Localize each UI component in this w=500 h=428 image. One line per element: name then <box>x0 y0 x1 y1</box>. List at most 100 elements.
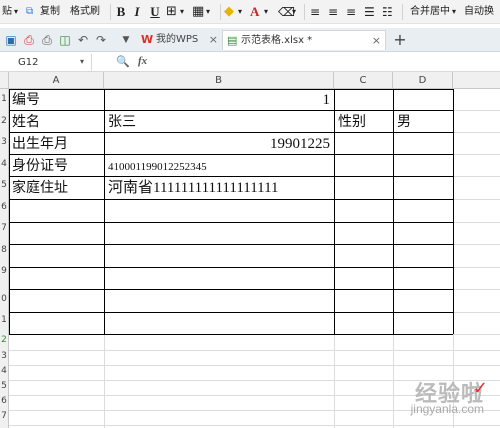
zoom-icon[interactable]: 🔍 <box>116 55 130 68</box>
row-header[interactable]: 4 <box>0 159 8 169</box>
ribbon-divider <box>402 4 403 20</box>
table-border <box>9 244 453 245</box>
cell-d2[interactable]: 男 <box>397 112 411 132</box>
table-border <box>9 222 453 223</box>
grid-fill-icon[interactable]: ▦ <box>192 3 204 21</box>
chevron-down-icon[interactable]: ▾ <box>206 3 210 21</box>
gridline <box>9 365 500 366</box>
formula-bar: G12 ▾ 🔍 fx <box>0 54 500 72</box>
function-icon[interactable]: fx <box>138 55 147 67</box>
row-header[interactable]: 1 <box>0 315 8 325</box>
table-border <box>9 334 453 335</box>
ribbon-divider <box>110 4 111 20</box>
row-header[interactable]: 6 <box>0 202 8 212</box>
row-header[interactable]: 9 <box>0 266 8 276</box>
pdf-export-icon[interactable]: ⎙ <box>22 32 36 48</box>
table-border <box>9 110 453 111</box>
column-header-bar: A B C D <box>0 72 500 89</box>
name-box[interactable]: G12 <box>0 54 92 71</box>
formula-input[interactable] <box>160 54 500 71</box>
cell-c2[interactable]: 性别 <box>338 112 366 132</box>
tab-label: 示范表格.xlsx * <box>241 35 313 46</box>
merge-center-button[interactable]: 合并居中 <box>410 3 450 21</box>
column-header-a[interactable]: A <box>9 72 104 89</box>
format-painter-button[interactable]: 格式刷 <box>70 3 100 21</box>
print-preview-icon[interactable]: ◫ <box>58 32 72 48</box>
table-border <box>9 154 453 155</box>
row-header[interactable]: 5 <box>0 381 8 391</box>
column-header-b[interactable]: B <box>104 72 334 89</box>
border-icon[interactable]: ⊞ <box>166 3 177 21</box>
row-header[interactable]: 5 <box>0 180 8 190</box>
bold-button[interactable]: B <box>114 3 128 21</box>
fill-color-icon[interactable]: ◆ <box>224 3 234 21</box>
print-icon[interactable]: ⎙ <box>40 32 54 48</box>
cell-a2[interactable]: 姓名 <box>12 112 40 132</box>
save-icon[interactable]: ▣ <box>4 32 18 48</box>
cell-a5[interactable]: 家庭住址 <box>12 178 68 198</box>
chevron-down-icon[interactable]: ▾ <box>452 3 456 21</box>
row-header[interactable]: 7 <box>0 223 8 233</box>
paste-button[interactable]: 贴 <box>2 3 12 21</box>
row-header[interactable]: 2 <box>0 116 8 126</box>
gridline <box>9 425 500 426</box>
font-color-icon[interactable]: A <box>250 3 259 21</box>
gridline <box>9 350 500 351</box>
cell-b5[interactable]: 河南省111111111111111111 <box>108 178 279 198</box>
chevron-down-icon[interactable]: ▾ <box>80 57 84 66</box>
chevron-down-icon[interactable]: ▾ <box>292 3 296 21</box>
row-header[interactable]: 4 <box>0 366 8 376</box>
table-border <box>9 199 453 200</box>
close-icon[interactable]: × <box>372 31 381 51</box>
row-header[interactable]: 7 <box>0 411 8 421</box>
auto-wrap-button[interactable]: 自动换 <box>464 3 494 21</box>
tab-bar: ▣ ⎙ ⎙ ◫ ↶ ↷ ▼ W 我的WPS × ▤ 示范表格.xlsx * × … <box>0 28 500 52</box>
spreadsheet-window: 贴 ▾ ⧉ 复制 格式刷 B I U ⊞ ▾ ▦ ▾ ◆ ▾ A ▾ ⌫ ▾ ≡… <box>0 0 500 428</box>
row-header[interactable]: 6 <box>0 396 8 406</box>
ribbon-toolbar: 贴 ▾ ⧉ 复制 格式刷 B I U ⊞ ▾ ▦ ▾ ◆ ▾ A ▾ ⌫ ▾ ≡… <box>0 0 500 24</box>
align-left-icon[interactable]: ≡ <box>310 3 320 21</box>
chevron-down-icon[interactable]: ▾ <box>264 3 268 21</box>
tab-my-wps[interactable]: W 我的WPS × <box>138 30 222 50</box>
cell-b4[interactable]: 410001199012252345 <box>108 157 207 177</box>
row-header[interactable]: 1 <box>0 94 8 104</box>
undo-icon[interactable]: ↶ <box>76 32 90 48</box>
align-right-icon[interactable]: ≡ <box>346 3 356 21</box>
table-border <box>9 176 453 177</box>
row-header[interactable]: 8 <box>0 245 8 255</box>
table-border <box>9 289 453 290</box>
chevron-down-icon[interactable]: ▼ <box>120 32 132 48</box>
dropdown-icon[interactable]: ▾ <box>14 3 18 21</box>
cell-a1[interactable]: 编号 <box>12 90 40 110</box>
cell-b1[interactable]: 1 <box>104 90 331 110</box>
justify-icon[interactable]: ☰ <box>364 3 375 21</box>
chevron-down-icon[interactable]: ▾ <box>238 3 242 21</box>
row-header[interactable]: 3 <box>0 351 8 361</box>
new-tab-button[interactable]: + <box>392 32 408 48</box>
align-center-icon[interactable]: ≡ <box>328 3 338 21</box>
table-border <box>9 312 453 313</box>
cell-b2[interactable]: 张三 <box>108 112 136 132</box>
cell-a4[interactable]: 身份证号 <box>12 156 68 176</box>
redo-icon[interactable]: ↷ <box>94 32 108 48</box>
chevron-down-icon[interactable]: ▾ <box>180 3 184 21</box>
row-header-bar: 1 2 3 4 5 6 7 8 9 0 1 2 3 4 5 6 7 <box>0 89 9 428</box>
close-icon[interactable]: × <box>209 30 218 50</box>
row-header[interactable]: 3 <box>0 137 8 147</box>
cell-a3[interactable]: 出生年月 <box>12 134 68 154</box>
underline-button[interactable]: U <box>148 3 162 21</box>
watermark: 经验啦 ✓ jingyanla.com <box>368 376 488 424</box>
spreadsheet-file-icon: ▤ <box>227 34 238 47</box>
tab-spreadsheet[interactable]: ▤ 示范表格.xlsx * × <box>222 30 386 50</box>
select-all-corner[interactable] <box>0 72 9 89</box>
distributed-align-icon[interactable]: ☷ <box>382 3 393 21</box>
column-header-d[interactable]: D <box>393 72 453 89</box>
column-header-c[interactable]: C <box>334 72 393 89</box>
ribbon-divider <box>220 4 221 20</box>
row-header-selected[interactable]: 2 <box>0 335 8 345</box>
row-header[interactable]: 0 <box>0 294 8 304</box>
cell-b3[interactable]: 19901225 <box>104 134 330 154</box>
table-border <box>104 89 105 334</box>
italic-button[interactable]: I <box>132 3 142 21</box>
copy-button[interactable]: 复制 <box>40 3 60 21</box>
